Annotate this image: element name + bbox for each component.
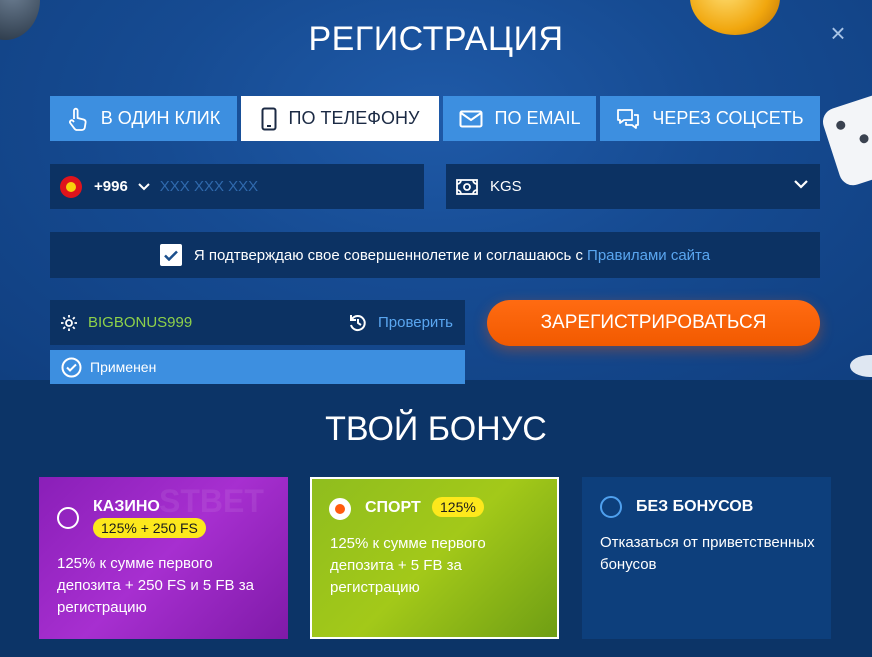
bonus-name: СПОРТ [365, 499, 421, 516]
agreement-checkbox[interactable] [159, 244, 182, 266]
site-rules-link[interactable]: Правилами сайта [587, 247, 710, 264]
radio-casino[interactable] [57, 507, 79, 529]
check-promo-button[interactable]: Проверить [348, 313, 453, 333]
bonus-name: КАЗИНО [93, 498, 160, 515]
radio-sport[interactable] [329, 498, 351, 520]
register-button[interactable]: ЗАРЕГИСТРИРОВАТЬСЯ [487, 300, 820, 346]
envelope-icon [459, 110, 483, 127]
check-circle-icon [61, 357, 82, 377]
tab-phone[interactable]: ПО ТЕЛЕФОНУ [241, 96, 439, 141]
bonus-card-sport[interactable]: СПОРТ 125% 125% к сумме первого депозита… [310, 477, 559, 639]
phone-icon [261, 107, 277, 130]
phone-input[interactable] [159, 178, 360, 195]
chat-icon [617, 108, 640, 129]
bonus-badge: 125% + 250 FS [93, 518, 206, 538]
refresh-icon [349, 314, 366, 331]
bonus-description: 125% к сумме первого депозита + 250 FS и… [57, 555, 254, 616]
gear-icon [61, 314, 77, 331]
bonus-description: Отказаться от приветственных бонусов [600, 534, 815, 573]
promo-code-field[interactable]: BIGBONUS999 Проверить [50, 300, 465, 345]
agreement-text: Я подтверждаю свое совершеннолетие и сог… [193, 246, 584, 264]
tab-label: ЧЕРЕЗ СОЦСЕТЬ [652, 108, 804, 128]
bonus-badge: 125% [432, 497, 484, 517]
brand-watermark: STBET [159, 483, 264, 519]
promo-applied-label: Применен [90, 359, 157, 375]
page-title: РЕГИСТРАЦИЯ [308, 20, 564, 58]
bonus-description: 125% к сумме первого депозита + 5 FB за … [330, 535, 486, 596]
close-icon[interactable]: × [827, 20, 849, 46]
bonus-title: ТВОЙ БОНУС [325, 410, 547, 448]
agreement-row: Я подтверждаю свое совершеннолетие и сог… [50, 232, 820, 278]
kyrgyzstan-flag-icon [60, 175, 82, 198]
tab-label: ПО EMAIL [494, 108, 581, 128]
banknote-icon [456, 178, 478, 195]
tab-email[interactable]: ПО EMAIL [443, 96, 596, 141]
phone-field: +996 [50, 164, 424, 209]
chip-decoration [850, 355, 872, 377]
bonus-name: БЕЗ БОНУСОВ [636, 498, 754, 515]
radio-none[interactable] [600, 496, 622, 518]
bonus-card-casino[interactable]: STBET КАЗИНО 125% + 250 FS 125% к сумме … [39, 477, 288, 639]
tab-one-click[interactable]: В ОДИН КЛИК [50, 96, 237, 141]
chevron-down-icon[interactable] [138, 182, 150, 191]
tab-label: ПО ТЕЛЕФОНУ [288, 108, 420, 128]
currency-value: KGS [490, 178, 522, 195]
hand-pointer-icon [68, 107, 87, 131]
currency-select[interactable]: KGS [446, 164, 820, 209]
tab-label: В ОДИН КЛИК [100, 108, 221, 128]
bonus-card-none[interactable]: БЕЗ БОНУСОВ Отказаться от приветственных… [582, 477, 831, 639]
promo-code-value[interactable]: BIGBONUS999 [88, 314, 348, 331]
registration-tabs: В ОДИН КЛИК ПО ТЕЛЕФОНУ ПО EMAIL ЧЕРЕЗ С… [50, 96, 820, 141]
checkmark-icon [164, 250, 178, 261]
dice-decoration [819, 91, 872, 189]
tab-social[interactable]: ЧЕРЕЗ СОЦСЕТЬ [600, 96, 820, 141]
check-promo-label: Проверить [377, 314, 453, 331]
promo-applied-status: Применен [50, 350, 465, 384]
chevron-down-icon [794, 180, 808, 189]
country-code[interactable]: +996 [94, 178, 128, 195]
